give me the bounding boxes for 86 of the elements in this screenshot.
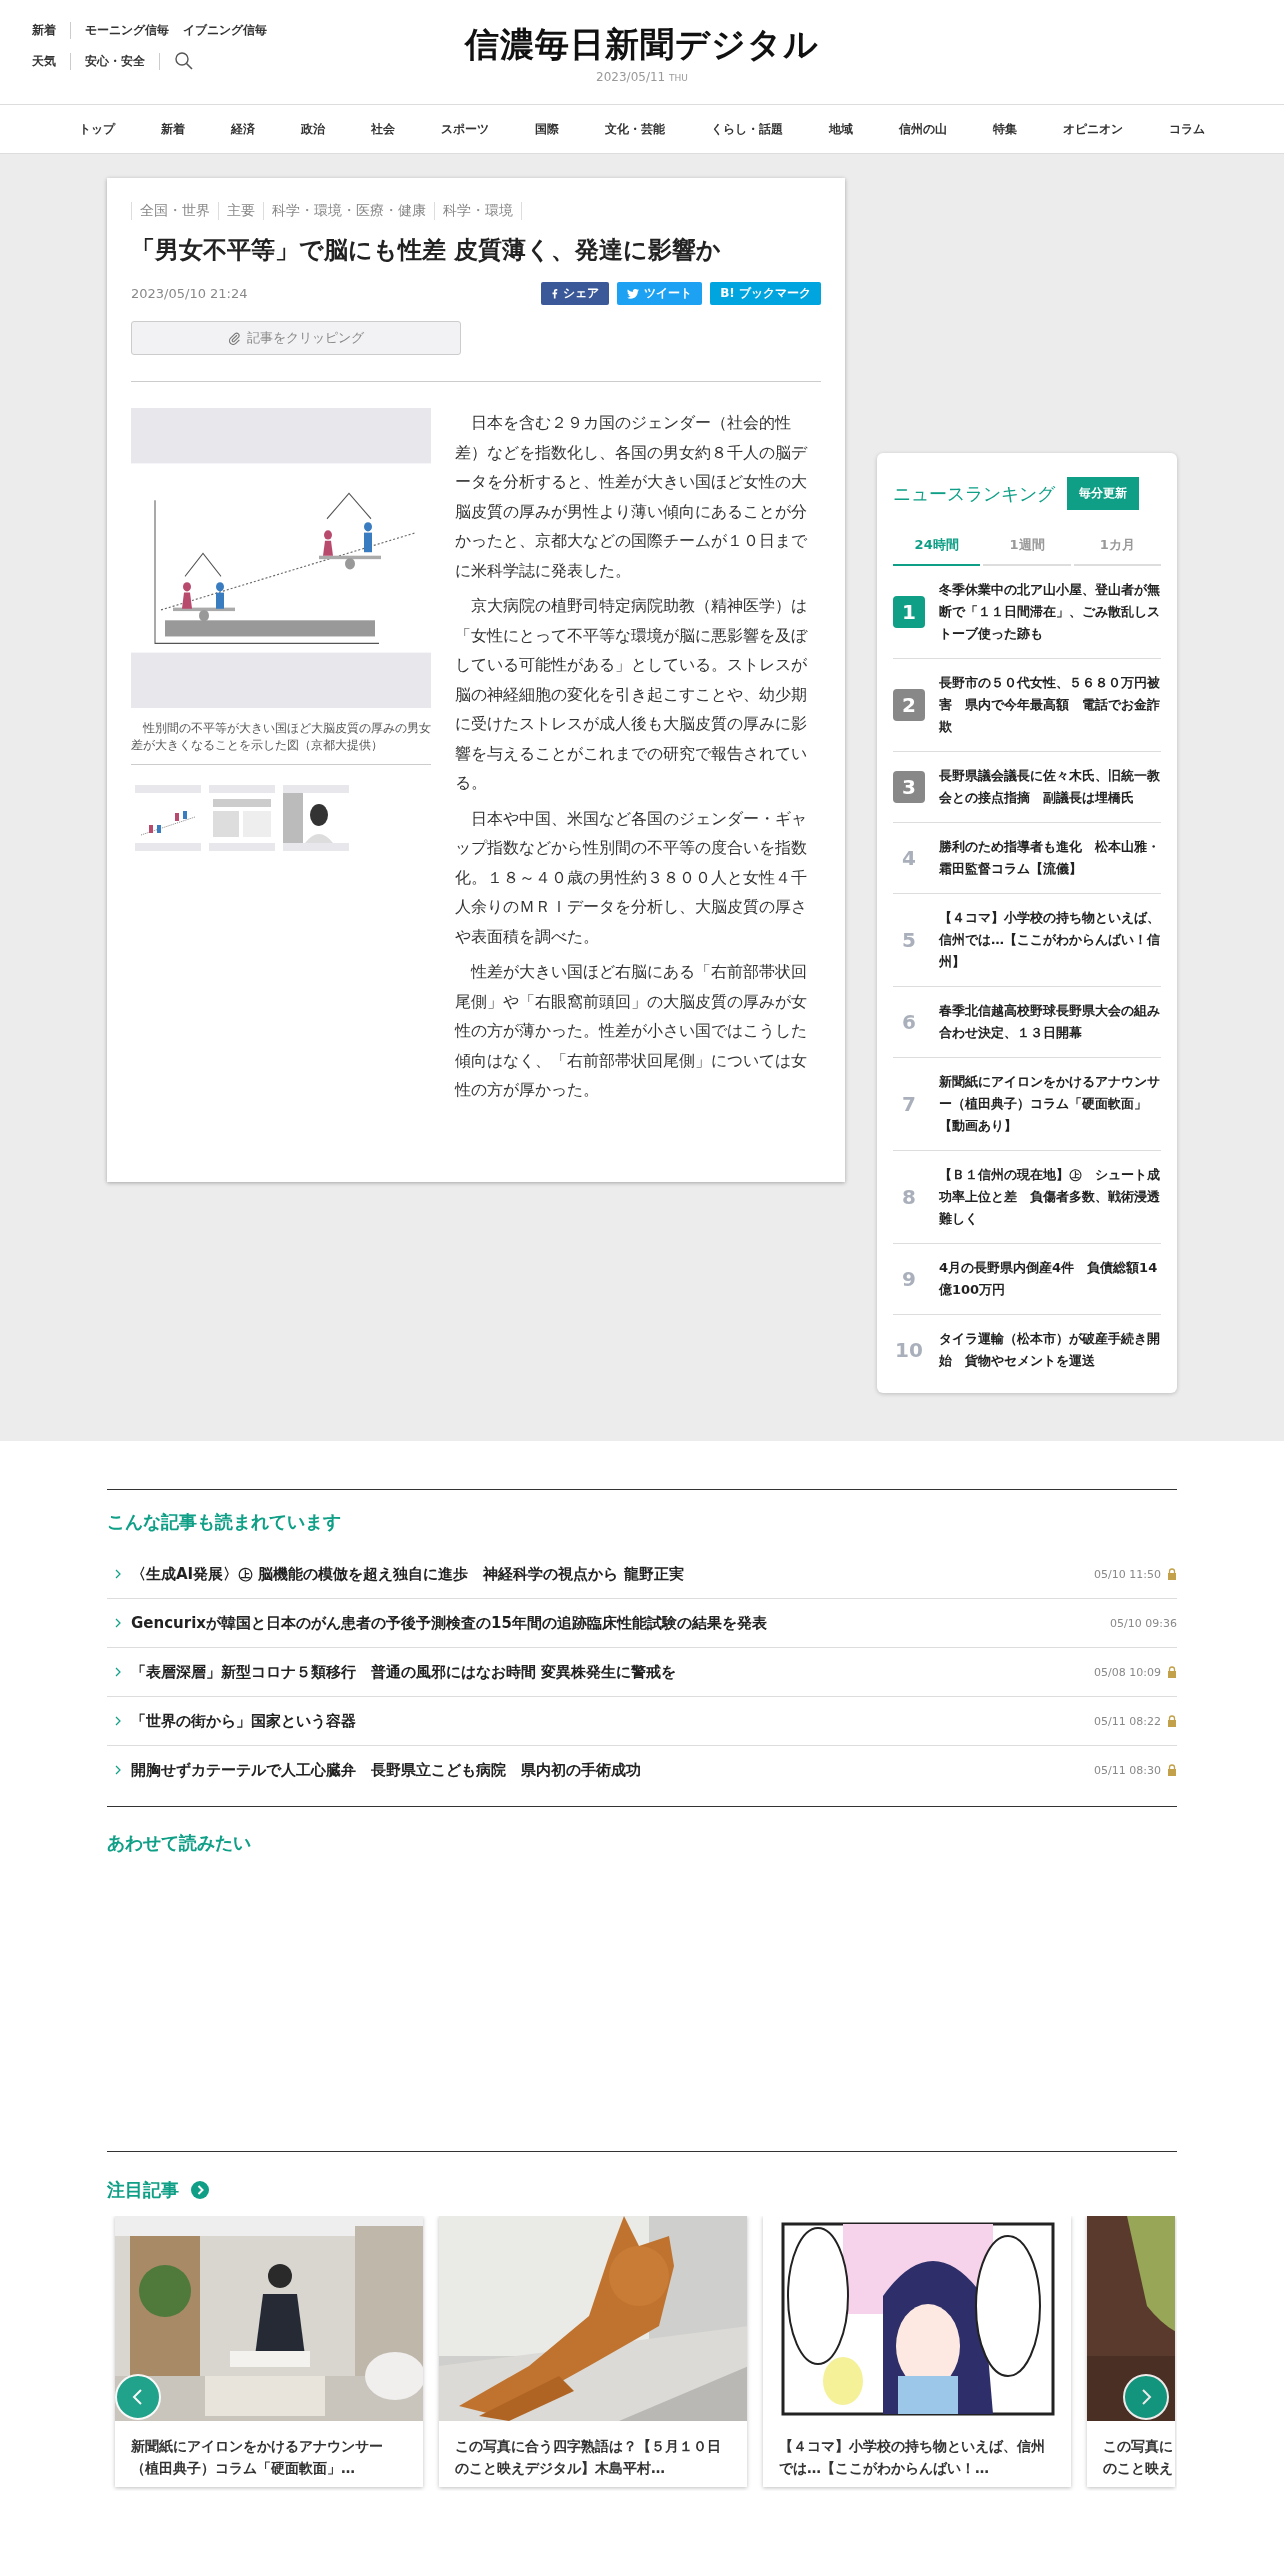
nav-item[interactable]: スポーツ <box>418 120 512 138</box>
article-card[interactable]: 【４コマ】小学校の持ち物といえば、信州では…【ここがわからんばい！… <box>763 2216 1071 2487</box>
nav-item[interactable]: トップ <box>56 120 138 138</box>
category-link[interactable]: 全国・世界 <box>131 202 219 220</box>
nav-item[interactable]: コラム <box>1146 120 1228 138</box>
nav-item[interactable]: 経済 <box>208 120 278 138</box>
nav-item[interactable]: 信州の山 <box>876 120 970 138</box>
chevron-icon <box>115 1667 121 1677</box>
ranking-item[interactable]: 2 長野市の５０代女性、５６８０万円被害 県内で今年最高額 電話でお金詐欺 <box>893 659 1161 752</box>
rank-number: 3 <box>893 771 925 803</box>
bird-icon <box>627 288 640 299</box>
article-link[interactable]: 開胸せずカテーテルで人工心臓弁 長野県立こども病院 県内初の手術成功 05/11 08:30 <box>107 1746 1177 1794</box>
nav-item[interactable]: 特集 <box>970 120 1040 138</box>
header-link[interactable]: 安心・安全 <box>85 52 160 70</box>
facebook-icon <box>551 288 559 299</box>
rank-number: 1 <box>893 596 925 628</box>
header-link[interactable]: 新着 <box>32 22 71 39</box>
chevron-icon <box>115 1569 121 1579</box>
lock-icon <box>1167 1666 1177 1678</box>
article-link[interactable]: 〈生成AI発展〉㊤ 脳機能の模倣を超え独自に進歩 神経科学の視点から 龍野正実 05/10 11:50 <box>107 1550 1177 1599</box>
section-title: 注目記事 <box>107 2178 179 2202</box>
section-title: あわせて読みたい <box>107 1831 252 1855</box>
article-title: 「男女不平等」で脳にも性差 皮質薄く、発達に影響か <box>131 235 723 266</box>
nav-item[interactable]: くらし・話題 <box>688 120 806 138</box>
nav-item[interactable]: 地域 <box>806 120 876 138</box>
rank-number: 2 <box>893 689 925 721</box>
lock-icon <box>1167 1764 1177 1776</box>
ranking-item[interactable]: 5 【４コマ】小学校の持ち物といえば、信州では…【ここがわからんばい！信州】 <box>893 894 1161 987</box>
article-paragraph: 京大病院の植野司特定病院助教（精神医学）は「女性にとって不平等な環境が脳に悪影響を及ぼしている可能性がある」としている。ストレスが脳の神経細胞の変化を引き起こすことや、幼少期に受けたストレスが成人後も大脳皮質の厚みに影響を与えることがこれまでの研究で報告されている。 <box>455 595 809 794</box>
lock-icon <box>1167 1715 1177 1727</box>
header-link[interactable]: イブニング信毎 <box>183 22 281 39</box>
nav-item[interactable]: 国際 <box>512 120 582 138</box>
rank-number: 6 <box>901 1009 917 1036</box>
article-card[interactable]: この写真に のこと映え <box>1087 2216 1175 2487</box>
site-logo[interactable]: 信濃毎日新聞デジタル <box>465 22 819 68</box>
search-icon[interactable] <box>174 51 194 71</box>
share-button[interactable]: シェア <box>541 282 610 305</box>
ranking-item[interactable]: 8 【Ｂ１信州の現在地】㊤ シュート成功率上位と差 負傷者多数、戦術浸透難しく <box>893 1151 1161 1244</box>
rank-number: 10 <box>894 1337 924 1364</box>
header-link[interactable]: モーニング信毎 <box>85 22 183 39</box>
chevron-icon <box>115 1716 121 1726</box>
arrow-circle-icon[interactable] <box>191 2181 209 2199</box>
card-title: この写真に合う四字熟語は？【５月１０日のこと映えデジタル】木島平村… <box>454 2437 722 2478</box>
nav-item[interactable]: 文化・芸能 <box>582 120 688 138</box>
header-weekday: THU <box>669 73 688 83</box>
header-date: 2023/05/11 <box>596 70 666 84</box>
rank-number: 5 <box>901 927 917 954</box>
chevron-icon <box>115 1765 121 1775</box>
photo-caption: 性別間の不平等が大きい国ほど大脳皮質の厚みの男女差が大きくなることを示した図（京都大提供） <box>131 720 431 754</box>
category-link[interactable]: 科学・環境 <box>434 202 522 220</box>
ranking-item[interactable]: 7 新聞紙にアイロンをかけるアナウンサー（植田典子）コラム「硬面軟面」【動画あり】 <box>893 1058 1161 1151</box>
header-link[interactable]: 天気 <box>32 52 71 70</box>
card-title: のこと映え <box>1103 2459 1174 2478</box>
lock-icon <box>1167 1568 1177 1580</box>
nav-item[interactable]: 政治 <box>278 120 348 138</box>
ranking-item[interactable]: 4 勝利のため指導者も進化 松本山雅・霜田監督コラム【流儀】 <box>893 823 1161 894</box>
ranking-item[interactable]: 3 長野県議会議長に佐々木氏、旧統一教会との接点指摘 副議長は埋橋氏 <box>893 752 1161 823</box>
nav-item[interactable]: オピニオン <box>1040 120 1146 138</box>
ranking-item[interactable]: 6 春季北信越高校野球長野県大会の組み合わせ決定、１３日開幕 <box>893 987 1161 1058</box>
article-link[interactable]: Gencurixが韓国と日本のがん患者の予後予測検査の15年間の追跡臨床性能試験の結果を発表 05/10 09:36 <box>107 1599 1177 1648</box>
ranking-item[interactable]: 10 タイラ運輸（松本市）が破産手続き開始 貨物やセメントを運送 <box>893 1315 1161 1385</box>
article-link[interactable]: 「表層深層」新型コロナ５類移行 普通の風邪にはなお時間 変異株発生に警戒を 05/08 10:09 <box>107 1648 1177 1697</box>
rank-number: 9 <box>901 1266 917 1293</box>
article-card[interactable]: この写真に合う四字熟語は？【５月１０日のこと映えデジタル】木島平村… <box>439 2216 747 2487</box>
card-title: 【４コマ】小学校の持ち物といえば、信州では…【ここがわからんばい！… <box>778 2437 1046 2478</box>
card-title: 新聞紙にアイロンをかけるアナウンサー（植田典子）コラム「硬面軟面」… <box>130 2437 384 2478</box>
category-link[interactable]: 主要 <box>218 202 264 220</box>
ranking-item[interactable]: 9 4月の長野県内倒産4件 負債総額14億100万円 <box>893 1244 1161 1315</box>
rank-number: 8 <box>901 1184 917 1211</box>
section-title: こんな記事も読まれています <box>107 1510 342 1534</box>
article-card[interactable]: 新聞紙にアイロンをかけるアナウンサー（植田典子）コラム「硬面軟面」… <box>115 2216 423 2487</box>
article-paragraph: 日本を含む２９カ国のジェンダー（社会的性差）などを指数化し、各国の男女約８千人の脳データを分析すると、性差が大きい国ほど女性の大脳皮質の厚みが男性より薄い傾向にあることが分かったと、京都大などの国際チームが１０日までに米科学誌に発表した。 <box>455 412 809 582</box>
article-link[interactable]: 「世界の街から」国家という容器 05/11 08:22 <box>107 1697 1177 1746</box>
article-date: 2023/05/10 21:24 <box>131 286 248 301</box>
article-paragraph: 日本や中国、米国など各国のジェンダー・ギャップ指数などから性別間の不平等の度合いを指数化。１８～４０歳の男性約３８００人と女性４千人余りのＭＲＩデータを分析し、大脳皮質の厚さや表面積を調べた。 <box>455 807 808 948</box>
article-paragraph: 性差が大きい国ほど右脳にある「右前部帯状回尾側」や「右眼窩前頭回」の大脳皮質の厚みが女性の方が薄かった。性差が小さい国ではこうした傾向はなく、「右前部帯状回尾側」については女性の方が厚かった。 <box>455 961 808 1101</box>
chevron-icon <box>115 1618 121 1628</box>
rank-number: 4 <box>901 845 917 872</box>
ranking-item[interactable]: 1 冬季休業中の北ア山小屋、登山者が無断で「１１日間滞在」、ごみ散乱しストーブ使った跡も <box>893 566 1161 659</box>
category-link[interactable]: 科学・環境・医療・健康 <box>263 202 435 220</box>
rank-number: 7 <box>901 1091 917 1118</box>
ranking-title: ニュースランキング <box>893 481 1055 506</box>
nav-item[interactable]: 社会 <box>348 120 418 138</box>
card-title: この写真に <box>1103 2437 1174 2456</box>
paperclip-icon <box>228 331 241 345</box>
nav-item[interactable]: 新着 <box>138 120 208 138</box>
